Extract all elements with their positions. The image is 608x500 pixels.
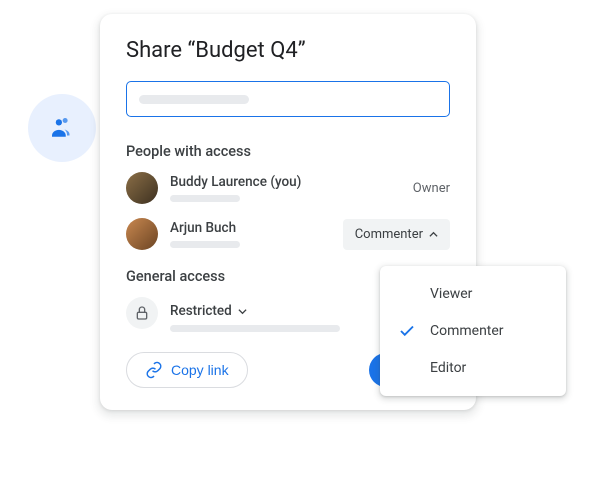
role-menu-item-commenter[interactable]: Commenter [380,312,566,350]
person-row: Arjun Buch Commenter [126,218,450,250]
role-owner-label: Owner [413,181,450,196]
person-row: Buddy Laurence (you) Owner [126,172,450,204]
general-access-desc-skeleton [170,325,340,332]
dialog-title: Share “Budget Q4” [126,38,450,63]
person-email-skeleton [170,195,240,202]
role-menu: Viewer Commenter Editor [380,266,566,396]
role-menu-item-viewer[interactable]: Viewer [380,276,566,312]
check-icon [398,322,416,340]
person-info: Buddy Laurence (you) [170,174,401,202]
people-group-icon [47,113,77,143]
person-email-skeleton [170,241,240,248]
person-name: Buddy Laurence (you) [170,174,401,190]
people-section-label: People with access [126,143,450,160]
menu-item-label: Commenter [430,323,504,339]
copy-link-label: Copy link [171,362,229,378]
person-name: Arjun Buch [170,220,331,236]
add-people-input[interactable] [126,81,450,117]
avatar [126,172,158,204]
caret-up-icon [429,230,438,239]
input-placeholder-skeleton [139,95,249,104]
general-access-dropdown[interactable]: Restricted [170,303,247,319]
role-dropdown-label: Commenter [355,227,423,242]
lock-icon [134,305,150,321]
copy-link-button[interactable]: Copy link [126,352,248,388]
lock-circle [126,297,158,329]
avatar [126,218,158,250]
role-menu-item-editor[interactable]: Editor [380,350,566,386]
general-access-value: Restricted [170,303,232,319]
role-dropdown[interactable]: Commenter [343,219,450,250]
link-icon [145,361,163,379]
caret-down-icon [238,307,247,316]
menu-item-label: Viewer [430,286,472,302]
menu-item-label: Editor [430,360,466,376]
person-info: Arjun Buch [170,220,331,248]
people-sidebar-circle [28,94,96,162]
